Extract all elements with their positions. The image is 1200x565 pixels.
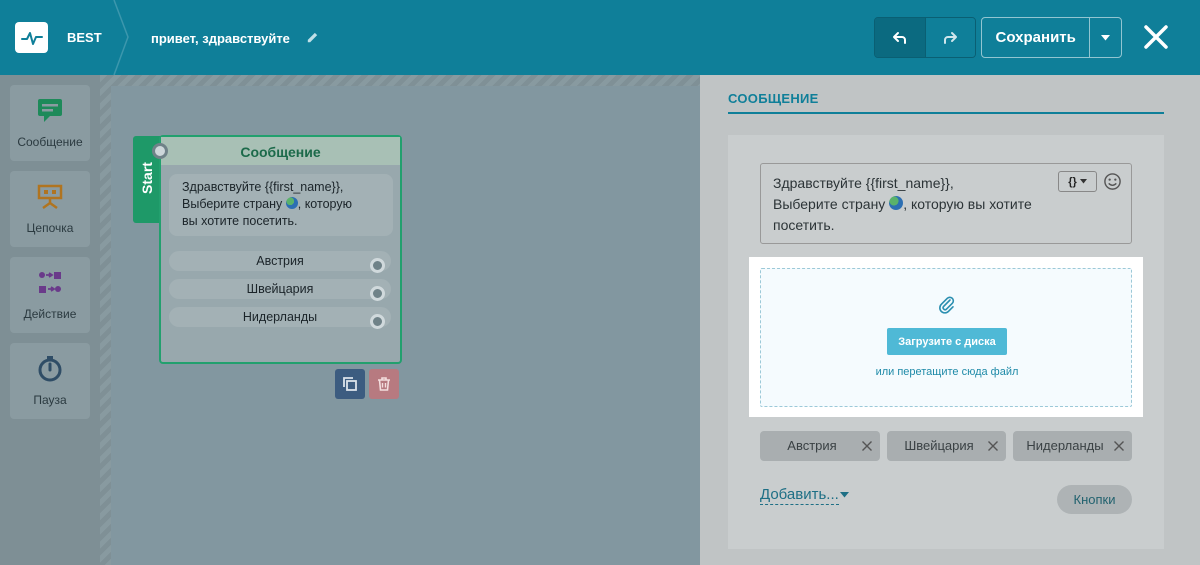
node-output-port[interactable] [370, 258, 385, 273]
timer-icon [38, 356, 62, 382]
redo-icon [944, 31, 958, 44]
logo-icon[interactable] [15, 22, 48, 53]
message-text-line: посетить. [773, 217, 835, 233]
tool-pause-label: Пауза [33, 393, 67, 407]
node-title: Сообщение [240, 144, 321, 160]
tool-chain[interactable]: Цепочка [10, 171, 90, 247]
panel-title: СООБЩЕНИЕ [728, 91, 819, 106]
message-icon [38, 99, 62, 122]
remove-tag-icon[interactable] [1113, 440, 1125, 452]
dropzone-hint: или перетащите сюда файл [875, 366, 1019, 378]
variable-icon: {} [1068, 175, 1077, 188]
remove-tag-icon[interactable] [861, 440, 873, 452]
insert-variable-button[interactable]: {} [1058, 171, 1097, 192]
save-options-button[interactable] [1089, 18, 1121, 57]
button-tag[interactable]: Швейцария [887, 431, 1006, 461]
action-icon [39, 272, 61, 293]
tag-label: Австрия [787, 438, 837, 453]
save-controls: Сохранить [981, 17, 1122, 58]
node-text-line: вы хотите посетить. [182, 214, 298, 228]
remove-tag-icon[interactable] [987, 440, 999, 452]
node-output-port[interactable] [370, 286, 385, 301]
paperclip-icon [939, 296, 955, 314]
undo-button[interactable] [875, 18, 925, 57]
message-text-line: Выберите страну , которую вы хотите [773, 196, 1032, 212]
add-element-link[interactable]: Добавить... [760, 486, 839, 505]
emoji-icon[interactable] [1103, 172, 1122, 191]
button-tag[interactable]: Австрия [760, 431, 880, 461]
redo-button[interactable] [924, 18, 975, 57]
globe-icon [285, 197, 298, 209]
file-dropzone[interactable]: Загрузите с диска или перетащите сюда фа… [760, 268, 1132, 407]
chevron-down-icon[interactable] [840, 492, 849, 498]
upload-from-disk-button[interactable]: Загрузите с диска [887, 328, 1007, 355]
node-message-preview: Здравствуйте {{first_name}}, Выберите ст… [169, 174, 393, 236]
breadcrumb-separator [113, 0, 129, 75]
chain-icon [37, 184, 63, 210]
message-text-line: Здравствуйте {{first_name}}, [773, 175, 954, 191]
attachment-upload-area: Загрузите с диска или перетащите сюда фа… [749, 257, 1143, 417]
save-button[interactable]: Сохранить [982, 18, 1089, 57]
node-button-austria[interactable]: Австрия [169, 251, 391, 271]
trash-icon [378, 377, 390, 391]
copy-icon [343, 377, 357, 391]
tool-message-label: Сообщение [17, 135, 83, 149]
undo-icon [892, 31, 906, 44]
node-header: Сообщение [161, 137, 400, 165]
globe-icon [889, 196, 904, 210]
chevron-down-icon [1101, 34, 1111, 40]
history-controls [874, 17, 976, 58]
copy-node-button[interactable] [335, 369, 365, 399]
node-text-line: Выберите страну , которую [182, 197, 352, 211]
button-tag[interactable]: Нидерланды [1013, 431, 1132, 461]
tool-action[interactable]: Действие [10, 257, 90, 333]
delete-node-button[interactable] [369, 369, 399, 399]
brand-name[interactable]: BEST [67, 30, 102, 45]
node-button-netherlands[interactable]: Нидерланды [169, 307, 391, 327]
tag-label: Швейцария [904, 438, 974, 453]
tool-message[interactable]: Сообщение [10, 85, 90, 161]
node-text-line: Здравствуйте {{first_name}}, [182, 180, 344, 194]
panel-title-underline [728, 112, 1164, 114]
chevron-down-icon [1079, 179, 1087, 184]
node-input-port[interactable] [152, 143, 168, 159]
tool-pause[interactable]: Пауза [10, 343, 90, 419]
node-output-port[interactable] [370, 314, 385, 329]
tool-action-label: Действие [23, 307, 77, 321]
flow-title: привет, здравствуйте [151, 31, 290, 46]
message-node[interactable]: Сообщение Здравствуйте {{first_name}}, В… [152, 135, 402, 364]
tool-palette: Сообщение Цепочка Действие Пауза [0, 75, 100, 565]
tool-chain-label: Цепочка [26, 221, 74, 235]
top-bar: BEST привет, здравствуйте Сохранить [0, 0, 1200, 75]
close-icon[interactable] [1143, 24, 1169, 50]
node-button-switzerland[interactable]: Швейцария [169, 279, 391, 299]
edit-icon[interactable] [305, 30, 320, 45]
buttons-type-badge[interactable]: Кнопки [1057, 485, 1132, 514]
tag-label: Нидерланды [1026, 438, 1104, 453]
